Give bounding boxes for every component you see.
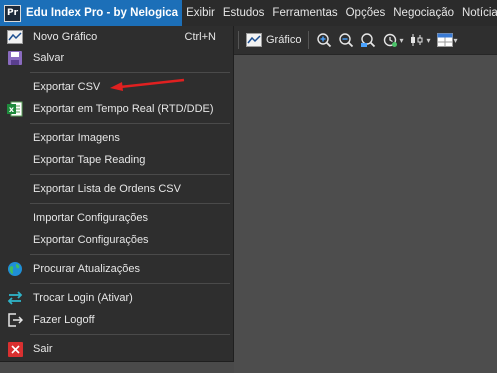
menu-item-exportar-configuracoes[interactable]: Exportar Configurações	[0, 229, 234, 251]
menu-bar: Pr Edu Index Pro - by Nelogica Exibir Es…	[0, 0, 497, 26]
menu-item-procurar-atualizacoes[interactable]: Procurar Atualizações	[0, 258, 234, 280]
excel-icon: x	[7, 101, 23, 117]
app-logo-icon: Pr	[4, 4, 21, 22]
menu-item-label: Fazer Logoff	[33, 314, 95, 326]
menu-separator	[30, 334, 230, 335]
line-chart-icon	[246, 33, 262, 47]
menu-item-label: Trocar Login (Ativar)	[33, 292, 133, 304]
menu-item-label: Exportar Lista de Ordens CSV	[33, 183, 181, 195]
chart-workspace[interactable]	[234, 55, 497, 373]
zoom-out-button[interactable]	[335, 29, 357, 51]
globe-icon	[7, 261, 23, 277]
new-chart-toolbar-button[interactable]: Gráfico	[243, 29, 304, 51]
menu-item-sair[interactable]: Sair	[0, 338, 234, 360]
menu-item-trocar-login[interactable]: Trocar Login (Ativar)	[0, 287, 234, 309]
menu-item-label: Salvar	[33, 52, 65, 64]
menu-item-label: Novo Gráfico	[33, 31, 98, 43]
menu-item-exportar-lista-ordens[interactable]: Exportar Lista de Ordens CSV	[0, 178, 234, 200]
menu-estudos[interactable]: Estudos	[219, 0, 269, 26]
menu-separator	[30, 123, 230, 124]
menu-item-label: Importar Configurações	[33, 212, 148, 224]
zoom-fit-button[interactable]	[357, 29, 379, 51]
menu-exibir[interactable]: Exibir	[182, 0, 219, 26]
menu-item-label: Procurar Atualizações	[33, 263, 140, 275]
menu-item-label: Exportar em Tempo Real (RTD/DDE)	[33, 103, 214, 115]
menu-separator	[30, 203, 230, 204]
chevron-down-icon: ▾	[426, 35, 431, 45]
menu-negociacao[interactable]: Negociação	[389, 0, 458, 26]
toolbar-separator	[238, 31, 239, 49]
menu-item-exportar-imagens[interactable]: Exportar Imagens	[0, 127, 234, 149]
swap-icon	[7, 290, 23, 306]
menu-separator	[30, 283, 230, 284]
menu-ferramentas[interactable]: Ferramentas	[268, 0, 341, 26]
menu-item-exportar-tempo-real[interactable]: x Exportar em Tempo Real (RTD/DDE)	[0, 98, 234, 120]
menu-item-label: Exportar CSV	[33, 81, 101, 93]
menu-opcoes[interactable]: Opções	[342, 0, 390, 26]
chart-icon	[7, 29, 23, 45]
app-title-menu[interactable]: Pr Edu Index Pro - by Nelogica	[0, 0, 183, 26]
close-icon	[7, 341, 23, 357]
zoom-in-button[interactable]	[313, 29, 335, 51]
menu-item-label: Sair	[33, 343, 53, 355]
menu-item-importar-configuracoes[interactable]: Importar Configurações	[0, 207, 234, 229]
annotation-arrow-icon	[110, 78, 185, 91]
refresh-time-icon	[382, 32, 398, 48]
menu-item-label: Exportar Imagens	[33, 132, 120, 144]
menu-item-shortcut: Ctrl+N	[184, 31, 216, 43]
candle-chart-button[interactable]: ▾	[406, 29, 433, 51]
menu-separator	[30, 72, 230, 73]
menu-item-label: Exportar Tape Reading	[33, 154, 146, 166]
svg-text:x: x	[9, 105, 15, 114]
zoom-out-icon	[338, 32, 354, 48]
toolbar-separator	[308, 31, 310, 49]
toolbar: Gráfico ▾ ▾ ▾	[234, 26, 497, 55]
menu-item-exportar-tape-reading[interactable]: Exportar Tape Reading	[0, 149, 234, 171]
menu-item-fazer-logoff[interactable]: Fazer Logoff	[0, 309, 234, 331]
candle-chart-icon	[409, 32, 425, 48]
zoom-in-icon	[316, 32, 332, 48]
save-icon	[7, 50, 23, 66]
menu-separator	[30, 254, 230, 255]
menu-item-novo-grafico[interactable]: Novo Gráfico Ctrl+N	[0, 26, 234, 48]
menu-separator	[30, 174, 230, 175]
chart-button-label: Gráfico	[266, 34, 302, 46]
chevron-down-icon: ▾	[453, 35, 458, 45]
logoff-icon	[7, 312, 23, 328]
menu-noticias[interactable]: Notícias	[458, 0, 497, 26]
layout-grid-icon	[436, 33, 453, 47]
layout-grid-button[interactable]: ▾	[434, 29, 461, 51]
refresh-time-button[interactable]: ▾	[379, 29, 406, 51]
chevron-down-icon: ▾	[399, 35, 404, 45]
app-title: Edu Index Pro - by Nelogica	[26, 7, 179, 19]
menu-item-label: Exportar Configurações	[33, 234, 149, 246]
menu-item-salvar[interactable]: Salvar	[0, 47, 234, 69]
zoom-fit-icon	[360, 32, 376, 48]
